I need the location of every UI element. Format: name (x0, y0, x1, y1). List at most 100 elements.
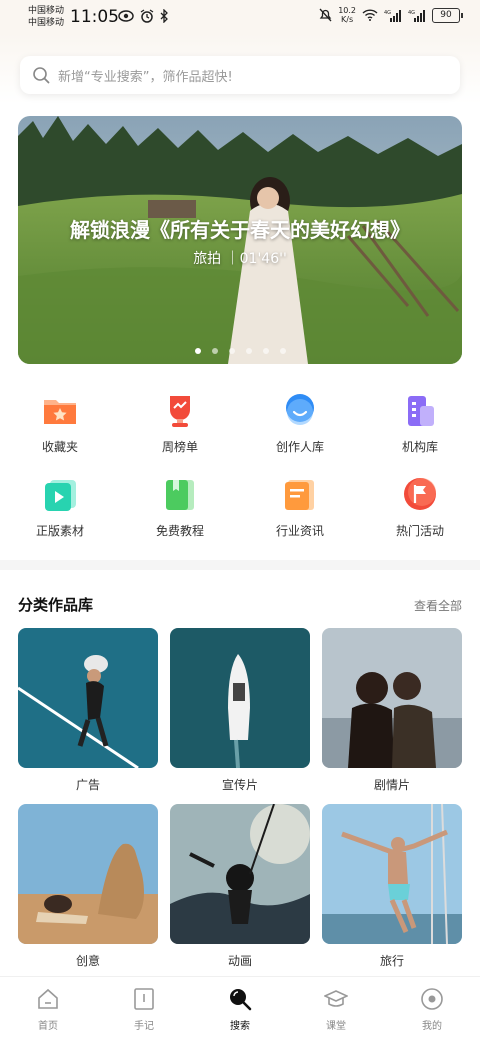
category-thumbnail (322, 804, 462, 944)
section-divider (0, 560, 480, 570)
carrier-info: 中国移动 中国移动 (28, 5, 64, 29)
status-left-icons (118, 9, 169, 23)
bottom-tab-bar: 首页 手记 搜索 课堂 我的 (0, 976, 480, 1041)
category-card-drama[interactable]: 剧情片 (322, 628, 462, 793)
grid-item-creators[interactable]: 创作人库 (240, 384, 360, 468)
tab-label: 首页 (38, 1021, 58, 1032)
category-card-creative[interactable]: 创意 (18, 804, 158, 969)
trophy-icon (170, 396, 190, 427)
eye-icon (118, 10, 134, 22)
tab-classroom[interactable]: 课堂 (288, 977, 384, 1041)
mute-bell-icon (319, 8, 332, 22)
tab-notes[interactable]: 手记 (96, 977, 192, 1041)
tab-label: 我的 (422, 1021, 442, 1032)
category-card-promo[interactable]: 宣传片 (170, 628, 310, 793)
carousel-dot[interactable] (279, 348, 286, 354)
grid-label: 热门活动 (395, 524, 444, 538)
person-on-court-thumb (18, 628, 158, 768)
category-card-ad[interactable]: 广告 (18, 628, 158, 793)
grid-label: 免费教程 (155, 524, 204, 538)
notebook-icon (134, 988, 154, 1010)
category-thumbnail (170, 804, 310, 944)
quick-access-grid: 收藏夹 周榜单 创作人库 机构库 正版素材 免费教程 行业资讯 热门活动 (0, 384, 480, 552)
status-bar: 中国移动 中国移动 11:05 10.2 K/s 4G 4G 90 (0, 0, 480, 34)
banner-subtitle: 旅拍 ｜01'46'' (193, 251, 287, 267)
banner-title: 解锁浪漫《所有关于春天的美好幻想》 (70, 218, 410, 242)
category-thumbnail (18, 628, 158, 768)
tab-label: 手记 (134, 1021, 154, 1032)
view-all-link[interactable]: 查看全部 (414, 597, 462, 614)
network-speed: 10.2 K/s (338, 6, 356, 24)
grid-item-industry-news[interactable]: 行业资讯 (240, 468, 360, 552)
category-card-animation[interactable]: 动画 (170, 804, 310, 969)
category-thumbnail (170, 628, 310, 768)
status-time: 11:05 (70, 7, 119, 27)
svg-text:4G: 4G (408, 10, 415, 16)
carousel-dot[interactable] (211, 348, 218, 354)
flag-icon (404, 478, 436, 510)
folder-star-icon (44, 400, 76, 424)
carousel-dot[interactable] (245, 348, 252, 354)
svg-text:4G: 4G (384, 10, 391, 16)
carrier-1: 中国移动 (28, 6, 65, 16)
category-thumbnail (18, 804, 158, 944)
tab-search[interactable]: 搜索 (192, 977, 288, 1041)
speed-unit: K/s (341, 15, 354, 24)
creator-face-icon (286, 394, 314, 425)
category-label: 宣传片 (221, 778, 258, 792)
carousel-indicator (18, 348, 462, 354)
play-media-icon (45, 480, 76, 511)
grid-item-institutions[interactable]: 机构库 (360, 384, 480, 468)
category-label: 动画 (227, 954, 252, 968)
grid-item-hot-events[interactable]: 热门活动 (360, 468, 480, 552)
grid-item-licensed-assets[interactable]: 正版素材 (0, 468, 120, 552)
search-icon (33, 67, 50, 84)
grid-label: 行业资讯 (275, 524, 324, 538)
grid-item-favorites[interactable]: 收藏夹 (0, 384, 120, 468)
search-bar[interactable]: 新增“专业搜索”，筛作品超快! (20, 56, 460, 94)
camel-desert-thumb (18, 804, 158, 944)
category-label: 剧情片 (373, 778, 410, 792)
tab-profile[interactable]: 我的 (384, 977, 480, 1041)
grid-item-free-tutorials[interactable]: 免费教程 (120, 468, 240, 552)
signal-icon-1: 4G (384, 9, 401, 22)
search-tab-icon (230, 989, 252, 1011)
profile-circle-icon (421, 988, 443, 1010)
carousel-dot[interactable] (194, 348, 201, 354)
grid-label: 周榜单 (161, 440, 198, 454)
category-label: 旅行 (379, 954, 404, 968)
book-icon (166, 480, 194, 510)
grid-label: 机构库 (401, 440, 438, 454)
category-thumbnail (322, 628, 462, 768)
section-title: 分类作品库 (18, 596, 94, 614)
speed-value: 10.2 (338, 6, 356, 15)
grid-item-weekly-chart[interactable]: 周榜单 (120, 384, 240, 468)
alarm-icon (140, 9, 154, 23)
news-icon (285, 480, 314, 510)
status-right-icons: 10.2 K/s 4G 4G 90 (319, 6, 463, 24)
animated-characters-thumb (170, 804, 310, 944)
category-label: 创意 (75, 954, 100, 968)
carousel-dot[interactable] (228, 348, 235, 354)
yacht-aerial-thumb (170, 628, 310, 768)
tab-home[interactable]: 首页 (0, 977, 96, 1041)
signal-icon-2: 4G (408, 9, 425, 22)
building-icon (408, 396, 434, 426)
boat-jump-thumb (322, 804, 462, 944)
carrier-2: 中国移动 (28, 18, 65, 28)
tab-label: 搜索 (230, 1021, 250, 1032)
category-label: 广告 (75, 778, 100, 792)
hero-banner[interactable]: 解锁浪漫《所有关于春天的美好幻想》 旅拍 ｜01'46'' (18, 116, 462, 364)
battery-indicator: 90 (432, 7, 463, 23)
graduation-cap-icon (324, 990, 348, 1007)
wifi-icon (362, 9, 378, 21)
home-icon (38, 988, 58, 1009)
grid-label: 收藏夹 (41, 440, 78, 454)
carousel-dot[interactable] (262, 348, 269, 354)
grid-label: 创作人库 (275, 440, 324, 454)
grid-label: 正版素材 (35, 524, 84, 538)
category-card-travel[interactable]: 旅行 (322, 804, 462, 969)
tab-label: 课堂 (326, 1021, 346, 1032)
couple-sunset-thumb (322, 628, 462, 768)
search-placeholder: 新增“专业搜索”，筛作品超快! (58, 69, 233, 85)
